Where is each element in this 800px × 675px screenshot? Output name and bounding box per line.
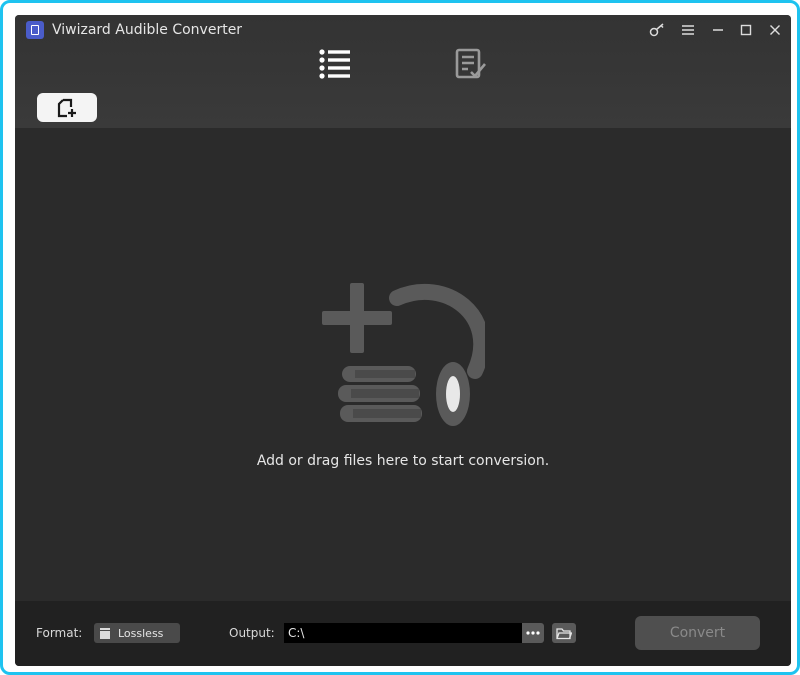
tab-list[interactable] <box>315 46 355 82</box>
minimize-icon[interactable] <box>707 19 729 41</box>
list-icon <box>319 49 350 79</box>
close-icon[interactable] <box>764 19 786 41</box>
format-doc-icon <box>100 627 110 639</box>
browse-output-button[interactable] <box>522 623 544 643</box>
window-frame: Viwizard Audible Converter Add or drag f… <box>0 0 800 675</box>
output-path-field[interactable]: C:\ <box>284 623 522 643</box>
title-bar: Viwizard Audible Converter <box>15 15 791 128</box>
open-output-folder-button[interactable] <box>552 623 576 643</box>
more-dots-icon <box>526 631 540 635</box>
convert-button[interactable]: Convert <box>635 616 760 650</box>
empty-state-message: Add or drag files here to start conversi… <box>256 453 550 469</box>
tab-converted[interactable] <box>451 46 491 82</box>
add-files-button[interactable] <box>37 93 97 122</box>
drop-zone[interactable]: Add or drag files here to start conversi… <box>15 128 791 601</box>
bottom-bar: Format: Lossless Output: C:\ Convert <box>15 601 791 666</box>
output-label: Output: <box>229 626 275 640</box>
add-audiobooks-illustration <box>322 283 485 426</box>
add-file-icon <box>57 98 76 117</box>
format-value: Lossless <box>118 626 164 640</box>
app-window: Viwizard Audible Converter Add or drag f… <box>15 15 791 666</box>
folder-icon <box>556 627 572 639</box>
app-title: Viwizard Audible Converter <box>52 22 243 38</box>
format-label: Format: <box>36 626 83 640</box>
converted-list-icon <box>455 48 486 79</box>
maximize-icon[interactable] <box>735 19 757 41</box>
menu-icon[interactable] <box>677 19 699 41</box>
app-logo-icon <box>26 21 44 39</box>
format-button[interactable]: Lossless <box>94 623 180 643</box>
key-icon[interactable] <box>647 19 669 41</box>
